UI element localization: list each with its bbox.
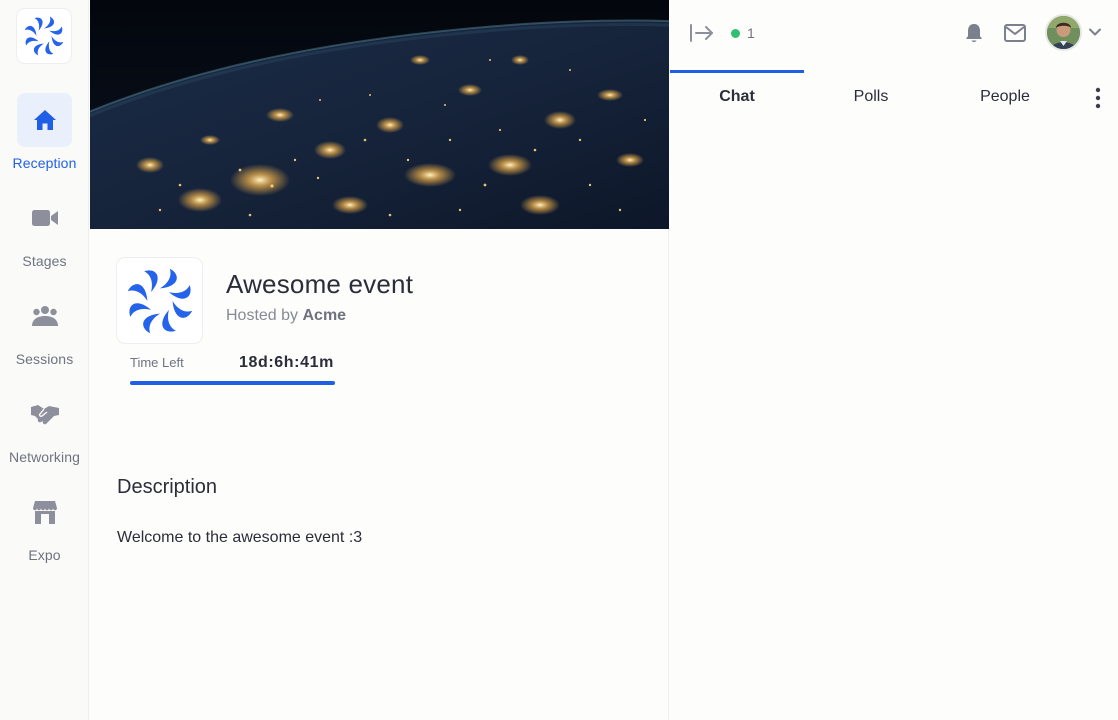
earth-at-night-image xyxy=(90,0,669,229)
handshake-icon xyxy=(30,405,59,425)
nav-item-reception[interactable]: Reception xyxy=(0,93,89,171)
description-heading: Description xyxy=(117,476,218,498)
nav-item-expo[interactable]: Expo xyxy=(0,485,89,563)
nav-label-stages: Stages xyxy=(22,253,67,269)
nav-item-expo-tile xyxy=(17,485,72,539)
storefront-icon xyxy=(32,501,57,524)
tab-chat[interactable]: Chat xyxy=(670,70,804,124)
nav-label-networking: Networking xyxy=(8,449,81,465)
hosted-by-label: Hosted by xyxy=(226,307,299,324)
nav-item-stages[interactable]: Stages xyxy=(0,191,89,269)
tab-people[interactable]: People xyxy=(938,70,1072,124)
online-status-dot xyxy=(731,29,740,38)
event-host-line: Hosted by Acme xyxy=(226,307,346,325)
nav-label-reception: Reception xyxy=(12,155,77,171)
right-panel: 1 Chat Polls People xyxy=(670,0,1118,720)
nav-item-stages-tile xyxy=(17,191,72,245)
left-nav: Reception Stages Sessions Networking Exp… xyxy=(0,0,89,720)
time-left-progress xyxy=(130,381,335,385)
group-icon xyxy=(31,306,58,326)
event-title: Awesome event xyxy=(226,269,414,299)
more-vertical-icon[interactable] xyxy=(1091,87,1105,109)
event-logo xyxy=(117,258,202,343)
nav-item-reception-tile xyxy=(17,93,72,147)
event-main: Awesome event Hosted by Acme Time Left 1… xyxy=(90,0,669,720)
nav-label-sessions: Sessions xyxy=(15,351,74,367)
company-logo-icon xyxy=(24,16,64,56)
tab-polls[interactable]: Polls xyxy=(804,70,938,124)
time-left-value: 18d:6h:41m xyxy=(239,354,334,371)
event-logo-icon xyxy=(127,268,192,333)
app-root: Reception Stages Sessions Networking Exp… xyxy=(0,0,1118,720)
home-icon xyxy=(33,110,56,130)
nav-item-sessions[interactable]: Sessions xyxy=(0,289,89,367)
time-left-label: Time Left xyxy=(130,355,184,370)
user-avatar[interactable] xyxy=(1045,14,1082,51)
brand-logo[interactable] xyxy=(17,9,71,63)
nav-item-networking-tile xyxy=(17,387,72,441)
description-text: Welcome to the awesome event :3 xyxy=(117,529,363,546)
online-count: 1 xyxy=(747,25,755,41)
collapse-panel-icon[interactable] xyxy=(689,21,715,45)
mail-icon[interactable] xyxy=(1003,22,1027,44)
nav-item-networking[interactable]: Networking xyxy=(0,387,89,465)
video-camera-icon xyxy=(31,210,58,226)
host-name: Acme xyxy=(302,307,347,324)
panel-tabs: Chat Polls People xyxy=(670,70,1118,124)
time-left-progress-fill xyxy=(130,381,335,385)
nav-item-sessions-tile xyxy=(17,289,72,343)
chevron-down-icon[interactable] xyxy=(1088,27,1102,37)
nav-label-expo: Expo xyxy=(28,547,61,563)
event-banner-image xyxy=(90,0,669,229)
bell-icon[interactable] xyxy=(963,22,985,44)
user-photo-icon xyxy=(1047,16,1080,49)
